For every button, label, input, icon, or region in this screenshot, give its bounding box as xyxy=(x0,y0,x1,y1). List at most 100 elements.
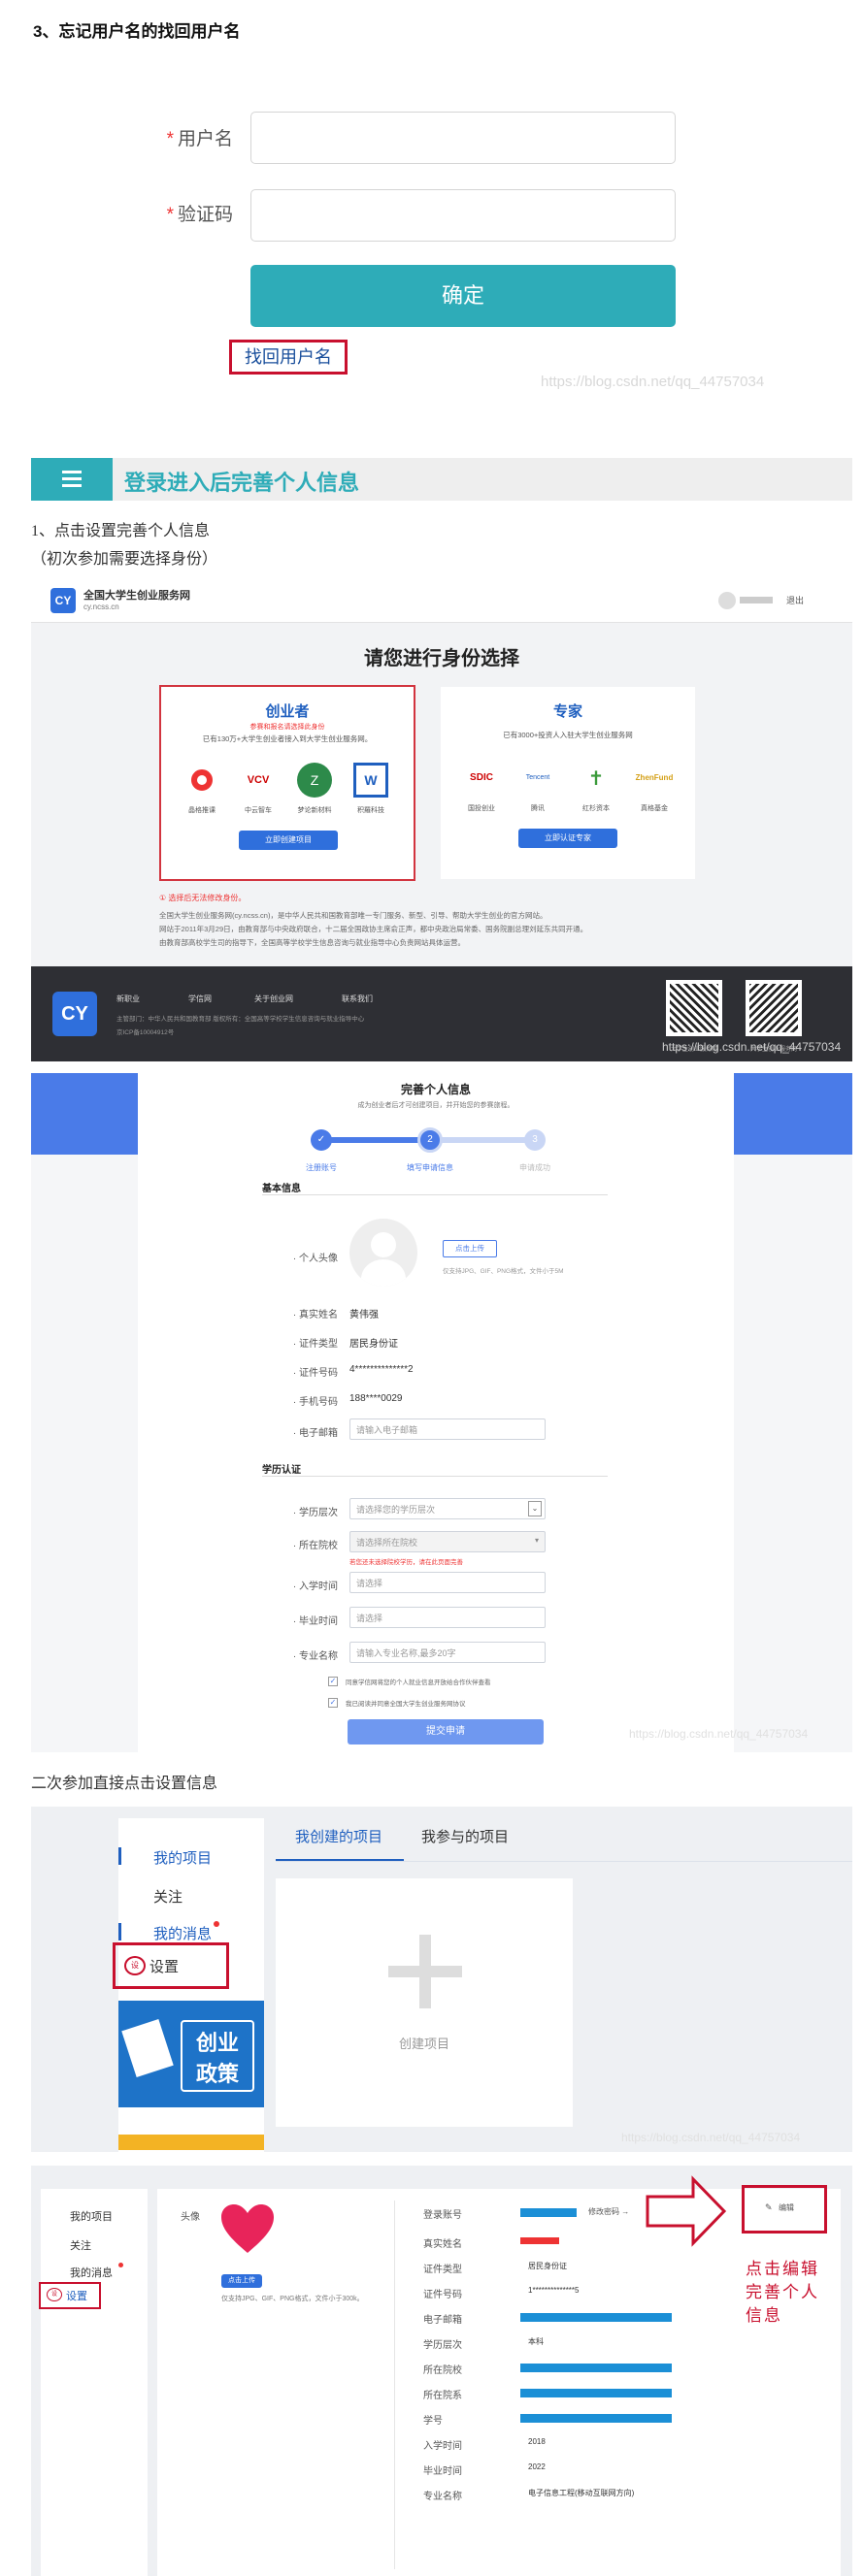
settings-gear-icon: 设 xyxy=(124,1956,146,1975)
identity-screenshot: CY 全国大学生创业服务网 cy.ncss.cn 退出 请您进行身份选择 创业者… xyxy=(31,578,852,1061)
heart-avatar-icon xyxy=(219,2202,276,2255)
qr-code-icon xyxy=(666,980,722,1036)
logo-zhenfund-icon: ZhenFund xyxy=(635,773,674,782)
login-account-value xyxy=(520,2208,577,2217)
info-sidebar-messages[interactable]: 我的消息 xyxy=(70,2265,113,2280)
stepper-line xyxy=(322,1137,429,1143)
hamburger-icon xyxy=(31,458,113,501)
info-upload-button[interactable]: 点击上传 xyxy=(221,2274,262,2288)
confirm-button[interactable]: 确定 xyxy=(250,265,676,327)
major-input[interactable]: 请输入专业名称,最多20字 xyxy=(349,1642,546,1663)
sidebar-item-settings[interactable]: 设置 xyxy=(149,1956,179,1976)
footer-link-2[interactable]: 关于创业网 xyxy=(254,994,293,1004)
logo-sequoia-icon: ✝ xyxy=(587,767,605,790)
agree-checkbox-1[interactable]: ✓ xyxy=(328,1677,338,1686)
watermark: https://blog.csdn.net/qq_44757034 xyxy=(541,374,765,390)
profile-title: 完善个人信息 xyxy=(400,1083,471,1096)
edit-button[interactable]: 编辑 xyxy=(779,2202,794,2213)
create-project-button[interactable]: 立即创建项目 xyxy=(239,831,338,850)
tab-my-created[interactable]: 我创建的项目 xyxy=(295,1826,382,1846)
sidebar-item-follow[interactable]: 关注 xyxy=(153,1886,183,1907)
intro-line1: 全国大学生创业服务网(cy.ncss.cn)，是中华人民共和国教育部唯一专门服务… xyxy=(159,911,548,920)
recover-username-link[interactable]: 找回用户名 xyxy=(229,340,348,375)
department-value xyxy=(520,2389,672,2397)
annotation-line3: 信息 xyxy=(746,2306,782,2325)
degree-select[interactable]: 请选择您的学历层次 ⌄ xyxy=(349,1498,546,1519)
site-logo-icon: CY xyxy=(50,588,76,613)
tab-participated[interactable]: 我参与的项目 xyxy=(421,1826,509,1846)
info-settings-gear-icon: 设 xyxy=(47,2288,62,2301)
real-name-value xyxy=(520,2237,559,2244)
logout-link[interactable]: 退出 xyxy=(786,594,804,606)
step1-line2: （初次参加需要选择身份） xyxy=(31,551,218,568)
sidebar-item-messages[interactable]: 我的消息 xyxy=(153,1923,212,1943)
banner-title: 登录进入后完善个人信息 xyxy=(124,471,360,495)
sidebar-item-my-projects[interactable]: 我的项目 xyxy=(153,1847,212,1868)
info-screenshot: 我的项目 关注 我的消息 设 设置 头像 点击上传 仅支持JPG、GIF、PNG… xyxy=(31,2166,852,2576)
username-input[interactable] xyxy=(250,112,676,164)
avatar-placeholder-icon xyxy=(349,1219,417,1287)
qr-code-icon xyxy=(746,980,802,1036)
info-sidebar-follow[interactable]: 关注 xyxy=(70,2237,91,2253)
agree-checkbox-2[interactable]: ✓ xyxy=(328,1698,338,1708)
chevron-down-icon: ⌄ xyxy=(528,1501,542,1516)
step-3-dot: 3 xyxy=(524,1129,546,1151)
submit-application-button[interactable]: 提交申请 xyxy=(348,1719,544,1745)
email-input[interactable]: 请输入电子邮箱 xyxy=(349,1418,546,1440)
info-sidebar-my-projects[interactable]: 我的项目 xyxy=(70,2208,113,2224)
annotation-line2: 完善个人 xyxy=(746,2283,819,2301)
chevron-down-icon: ▾ xyxy=(534,1536,539,1545)
school-select[interactable]: 请选择所在院校 ▾ xyxy=(349,1531,546,1552)
create-project-card[interactable]: 创建项目 xyxy=(276,1878,573,2127)
step1-line1: 1、点击设置完善个人信息 xyxy=(31,523,211,539)
footer-link-1[interactable]: 学信网 xyxy=(188,994,212,1004)
info-sidebar xyxy=(41,2189,148,2576)
captcha-input[interactable] xyxy=(250,189,676,242)
enroll-date-input[interactable]: 请选择 xyxy=(349,1572,546,1593)
edit-pencil-icon: ✎ xyxy=(765,2202,773,2212)
document-icon xyxy=(121,2019,174,2077)
username-label: * 用户名 xyxy=(166,129,233,149)
logo-tencent-icon: Tencent xyxy=(525,774,550,781)
identity-warning: ① 选择后无法修改身份。 xyxy=(159,894,247,902)
step-1-dot: ✓ xyxy=(311,1129,332,1151)
annotation-line1: 点击编辑 xyxy=(746,2260,819,2278)
student-id-value xyxy=(520,2414,672,2423)
email-value xyxy=(520,2313,672,2322)
footer-link-3[interactable]: 联系我们 xyxy=(342,994,373,1004)
site-url: cy.ncss.cn xyxy=(83,603,119,611)
site-name: 全国大学生创业服务网 xyxy=(83,590,190,602)
school-value xyxy=(520,2364,672,2372)
section3-heading: 3、忘记用户名的找回用户名 xyxy=(33,22,241,41)
profile-screenshot: 完善个人信息 成为创业者后才可创建项目，并开始您的参赛旅程。 ✓ 2 3 注册账… xyxy=(31,1073,852,1752)
change-password-link[interactable]: 修改密码 → xyxy=(588,2206,629,2217)
footer-link-0[interactable]: 新职业 xyxy=(116,994,140,1004)
expert-card[interactable]: 专家 已有3000+投资人入驻大学生创业服务网 SDIC Tencent ✝ Z… xyxy=(441,687,695,879)
arrow-right-icon xyxy=(645,2175,728,2247)
logo-sdic-icon: SDIC xyxy=(470,772,493,783)
entrepreneur-card[interactable]: 创业者 参赛和报名请选择此身份 已有130万+大学生创业者接入到大学生创业服务网… xyxy=(159,685,415,881)
captcha-label: * 验证码 xyxy=(166,205,233,225)
logo-menglun-icon: Z xyxy=(297,763,332,798)
step-2-dot: 2 xyxy=(417,1127,443,1153)
settings-screenshot: 我的项目 关注 我的消息 设 设置 创业 政策 我创建的项目 我参与的项目 创建… xyxy=(31,1807,852,2152)
logo-jingge-icon xyxy=(184,763,219,798)
policy-promo[interactable]: 创业 政策 xyxy=(118,2001,264,2107)
logo-zhongyun-icon: VCV xyxy=(247,774,270,786)
choose-title: 请您进行身份选择 xyxy=(364,648,519,669)
required-mark: * xyxy=(166,129,174,149)
logo-jiluo-icon: W xyxy=(353,763,388,798)
footer-logo-icon: CY xyxy=(52,992,97,1036)
unread-dot xyxy=(214,1921,219,1927)
grad-date-input[interactable]: 请选择 xyxy=(349,1607,546,1628)
certify-expert-button[interactable]: 立即认证专家 xyxy=(518,829,617,848)
upload-button[interactable]: 点击上传 xyxy=(443,1240,497,1257)
site-header: CY 全国大学生创业服务网 cy.ncss.cn 退出 xyxy=(31,578,852,623)
intro-line2: 网站于2011年3月29日，由教育部与中央政府联合，十二届全国政协主席俞正声，都… xyxy=(159,925,588,933)
user-avatar[interactable] xyxy=(718,592,736,609)
intro-line3: 由教育部高校学生司的指导下，全国高等学校学生信息咨询与就业指导中心负责网站具体运… xyxy=(159,938,465,947)
edu-section-title: 学历认证 xyxy=(262,1465,301,1476)
info-sidebar-settings[interactable]: 设置 xyxy=(66,2288,87,2303)
step2-text: 二次参加直接点击设置信息 xyxy=(31,1776,218,1792)
basic-section-title: 基本信息 xyxy=(262,1184,301,1194)
